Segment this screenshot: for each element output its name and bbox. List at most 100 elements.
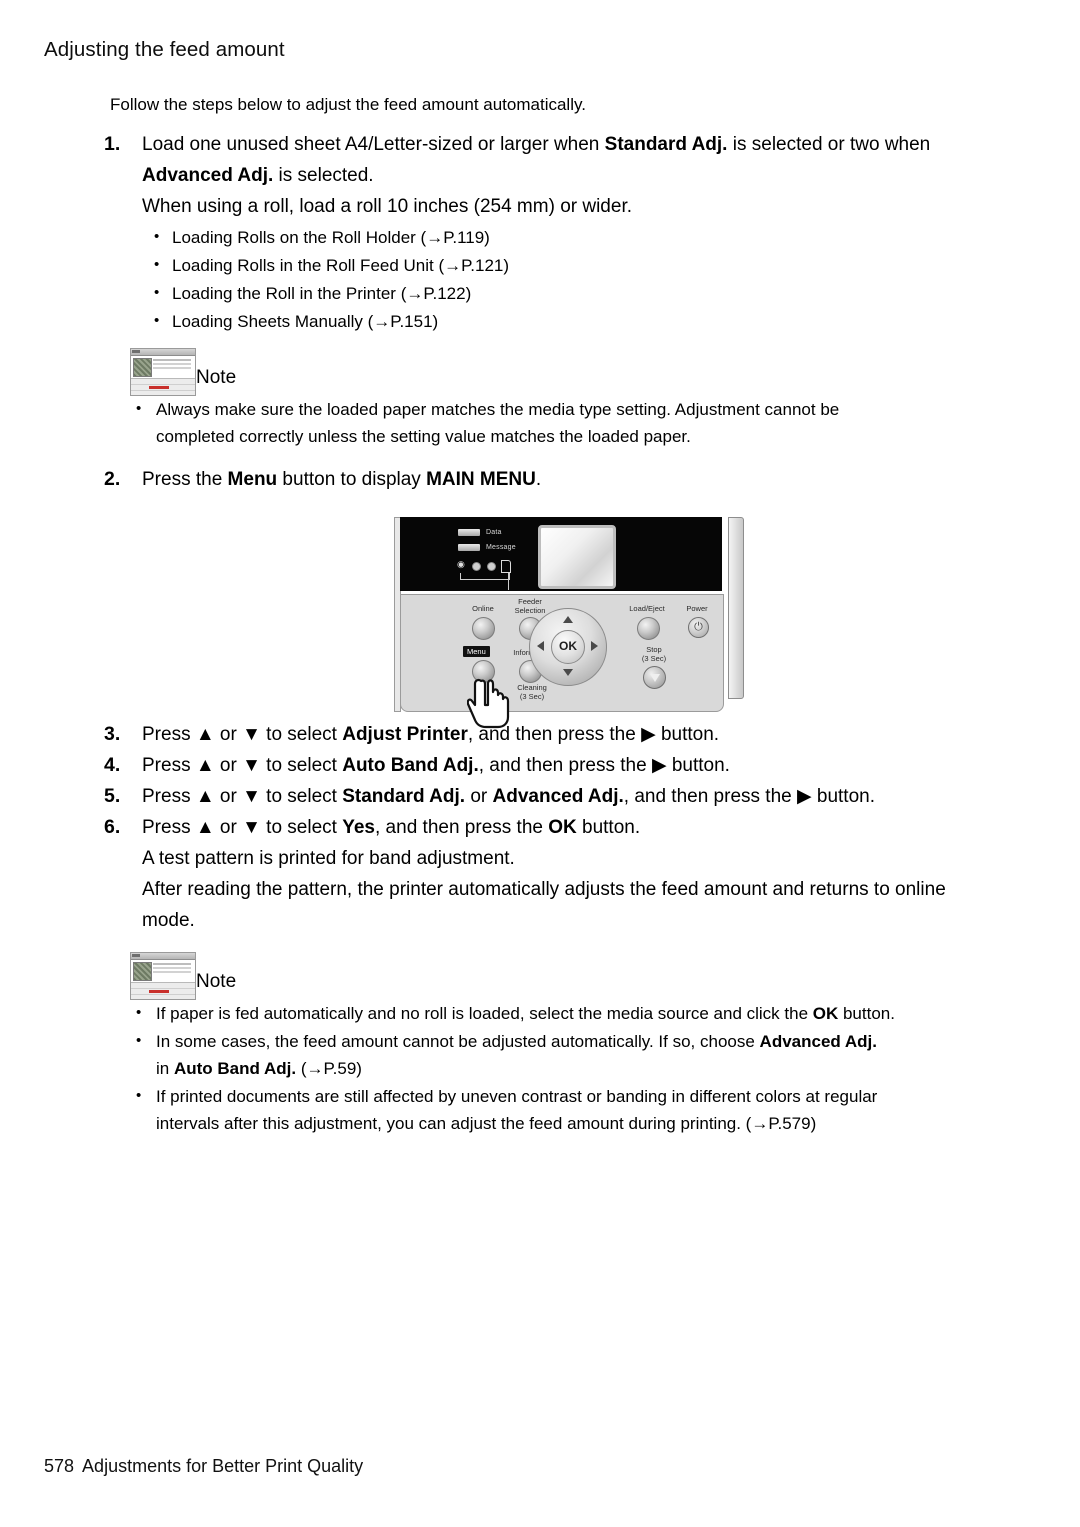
note-2-bold-ok: OK [812,1004,839,1023]
list-item[interactable]: Loading Rolls on the Roll Holder (→P.119… [142,223,1080,252]
step-5-line: Press ▲ or ▼ to select Standard Adj. or … [142,781,1080,812]
step-2-bold-main-menu: MAIN MENU [426,469,536,490]
panel-button-area: Online Feeder Selection Menu Information… [400,594,724,729]
step-2: 2. Press the Menu button to display MAIN… [104,464,1080,495]
step-6-line-3: After reading the pattern, the printer a… [142,879,946,900]
step-3-text-a: Press ▲ or ▼ to select [142,724,343,745]
stop-button-label: Stop (3 Sec) [629,645,679,663]
list-item: If paper is fed automatically and no rol… [130,999,1080,1027]
note-icon [130,952,196,1000]
step-2-text-e: . [535,469,542,490]
feeder-label-line-2: Selection [514,606,546,615]
step-5-text-e: , and then press the ▶ button. [623,786,875,807]
note-1-item-1-line-2: completed correctly unless the setting v… [156,427,691,446]
message-led-label: Message [486,544,516,551]
step-6-text-a: Press ▲ or ▼ to select [142,817,343,838]
panel-side-tab [728,517,744,699]
note-1-head: Note [104,348,1080,396]
list-item[interactable]: Loading Rolls in the Roll Feed Unit (→P.… [142,251,1080,280]
direction-pad[interactable]: OK [529,608,607,686]
step-6-text-e: button. [576,817,641,838]
step-4-line: Press ▲ or ▼ to select Auto Band Adj., a… [142,750,1080,781]
load-eject-button[interactable] [637,617,660,640]
list-item: In some cases, the feed amount cannot be… [130,1027,1080,1082]
step-1-number: 1. [104,133,121,155]
note-2-item-2-a: In some cases, the feed amount cannot be… [156,1032,760,1051]
arrow-up-icon[interactable] [563,616,573,623]
step-6-text-c: , and then press the [375,817,549,838]
lcd-display [538,525,616,589]
step-1-line-1: Load one unused sheet A4/Letter-sized or… [142,129,1080,160]
lamp-bracket-stem [508,573,509,590]
step-4-number: 4. [104,754,121,776]
control-panel: Data Message ◉ Online Feeder Selection M… [392,517,744,729]
page-footer: 578 Adjustments for Better Print Quality [44,1456,363,1477]
ok-button[interactable]: OK [551,630,585,664]
step-2-text-c: button to display [277,469,427,490]
panel-display-area: Data Message ◉ [400,517,722,591]
stop-label-line-1: Stop [646,645,662,654]
list-item[interactable]: Loading Sheets Manually (→P.151) [142,307,1080,336]
arrow-left-icon[interactable] [537,641,544,651]
note-1-item-1-line-1: Always make sure the loaded paper matche… [156,400,840,419]
online-button[interactable] [472,617,495,640]
note-2-item-1-a: If paper is fed automatically and no rol… [156,1004,813,1023]
note-2-item-2-e: (→P.59) [296,1059,362,1078]
feeder-label-line-1: Feeder [518,597,542,606]
step-6-bold-ok: OK [548,817,577,838]
ink-tank-icon: ◉ [457,559,465,569]
list-item[interactable]: Loading the Roll in the Printer (→P.122) [142,279,1080,308]
stop-button[interactable] [643,666,666,689]
power-button[interactable]: ⏻ [688,617,709,638]
step-1-line-2: Advanced Adj. is selected. [142,160,1080,191]
step-4-bold-auto-band-adj: Auto Band Adj. [342,755,479,776]
footer-section-title: Adjustments for Better Print Quality [82,1456,364,1476]
step-5: 5. Press ▲ or ▼ to select Standard Adj. … [104,781,1080,812]
step-6-number: 6. [104,816,121,838]
step-2-text-a: Press the [142,469,228,490]
note-2-bold-auto-band-adj: Auto Band Adj. [173,1059,297,1078]
list-item: If printed documents are still affected … [130,1082,1080,1137]
step-1: 1. Load one unused sheet A4/Letter-sized… [104,129,1080,336]
step-2-bold-menu: Menu [227,469,278,490]
step-1-text-e: is selected. [273,165,374,186]
step-6-bold-yes: Yes [342,817,375,838]
step-1-text-a: Load one unused sheet A4/Letter-sized or… [142,134,605,155]
list-item: Always make sure the loaded paper matche… [130,395,1080,450]
step-6-line-1: Press ▲ or ▼ to select Yes, and then pre… [142,812,1080,843]
note-2-bold-advanced-adj: Advanced Adj. [759,1032,877,1051]
note-1-label: Note [196,367,237,388]
data-led [458,529,480,536]
hand-pointer-icon [467,678,510,729]
step-2-line: Press the Menu button to display MAIN ME… [142,464,1080,495]
arrow-down-icon[interactable] [563,669,573,676]
step-5-text-c: or [465,786,493,807]
step-2-number: 2. [104,468,121,490]
note-2-head: Note [104,952,1080,1000]
note-icon [130,348,196,396]
load-eject-button-label: Load/Eject [629,604,665,613]
step-4-text-c: , and then press the ▶ button. [478,755,730,776]
page-number: 578 [44,1456,75,1476]
note-block-2: Note If paper is fed automatically and n… [0,952,1080,1137]
lamp-bracket [460,573,510,580]
step-1-text-c: is selected or two when [727,134,931,155]
step-5-bold-advanced-adj: Advanced Adj. [492,786,624,807]
paper-sheet-icon [501,560,511,573]
note-2-item-2-line-2: in Auto Band Adj. (→P.59) [156,1055,1080,1082]
stop-label-line-2: (3 Sec) [641,654,667,663]
ink-lamp-2-icon [487,562,496,571]
step-4-text-a: Press ▲ or ▼ to select [142,755,343,776]
note-2-label: Note [196,971,237,992]
note-1-list: Always make sure the loaded paper matche… [130,395,1080,450]
step-1-reference-list: Loading Rolls on the Roll Holder (→P.119… [142,223,1080,336]
note-2-item-3-line-2: intervals after this adjustment, you can… [156,1114,817,1133]
step-5-text-a: Press ▲ or ▼ to select [142,786,343,807]
ink-lamp-1-icon [472,562,481,571]
document-page: Adjusting the feed amount Follow the ste… [0,0,1080,1527]
step-1-bold-standard-adj: Standard Adj. [604,134,728,155]
step-5-bold-standard-adj: Standard Adj. [342,786,466,807]
data-led-label: Data [486,529,502,536]
arrow-right-icon[interactable] [591,641,598,651]
note-2-list: If paper is fed automatically and no rol… [130,999,1080,1137]
